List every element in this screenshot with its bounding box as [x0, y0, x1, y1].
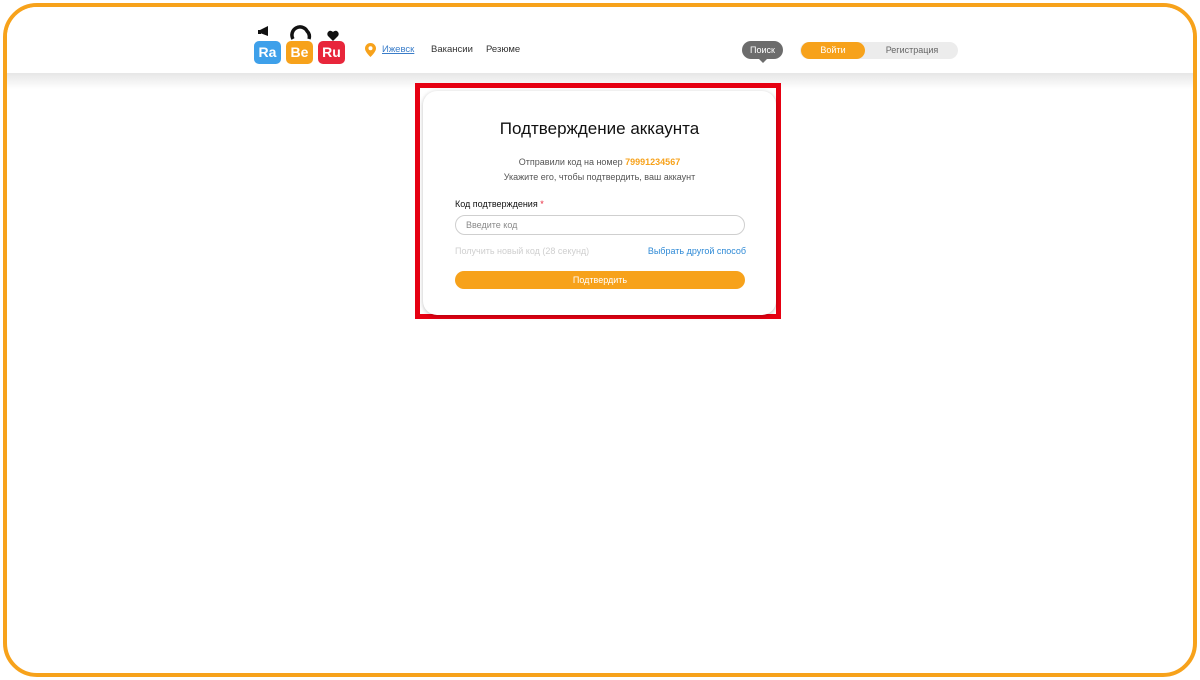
- code-label: Код подтверждения *: [455, 199, 544, 209]
- login-button[interactable]: Войти: [801, 42, 865, 59]
- other-method-link[interactable]: Выбрать другой способ: [648, 246, 746, 256]
- code-sent-text: Отправили код на номер 79991234567: [423, 157, 776, 167]
- code-label-text: Код подтверждения: [455, 199, 538, 209]
- required-mark: *: [540, 199, 544, 209]
- logo-tile-be: Be: [286, 41, 313, 64]
- code-sent-prefix: Отправили код на номер: [518, 157, 623, 167]
- register-button[interactable]: Регистрация: [870, 42, 954, 59]
- confirm-button[interactable]: Подтвердить: [455, 271, 745, 289]
- logo-decoration-icon: [258, 25, 339, 41]
- location-pin-icon: [365, 43, 376, 62]
- logo[interactable]: Ra Be Ru: [251, 21, 347, 69]
- nav-vacancies[interactable]: Вакансии: [431, 44, 473, 55]
- site-header: Ra Be Ru Ижевск Вакансии Резюме Поиск Во…: [7, 7, 1193, 73]
- nav-resume[interactable]: Резюме: [486, 44, 520, 55]
- logo-tile-ru: Ru: [318, 41, 345, 64]
- code-input[interactable]: [455, 215, 745, 235]
- instruction-text: Укажите его, чтобы подтвердить, ваш акка…: [503, 172, 696, 182]
- logo-tile-ra: Ra: [254, 41, 281, 64]
- resend-code-text: Получить новый код (28 секунд): [455, 246, 590, 256]
- card-title: Подтверждение аккаунта: [499, 119, 700, 138]
- verification-card: Подтверждение аккаунта Отправили код на …: [423, 91, 776, 315]
- city-link[interactable]: Ижевск: [382, 44, 414, 55]
- phone-number: 79991234567: [625, 157, 681, 167]
- search-button[interactable]: Поиск: [742, 41, 783, 63]
- auth-toggle: Войти Регистрация: [800, 42, 958, 59]
